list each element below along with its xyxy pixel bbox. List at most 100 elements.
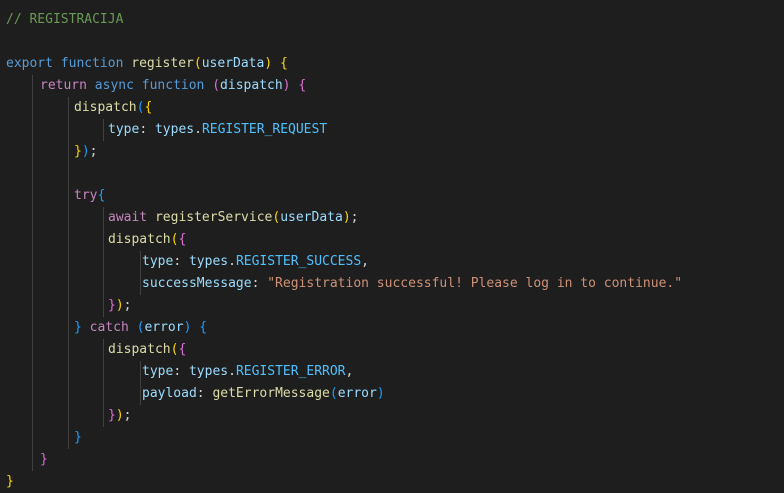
- code-token: ;: [123, 298, 132, 313]
- code-token: }: [74, 430, 82, 445]
- code-line[interactable]: });: [108, 405, 131, 427]
- code-token: await: [108, 210, 148, 225]
- code-line[interactable]: dispatch({: [74, 97, 152, 119]
- code-token: function: [141, 78, 205, 93]
- indent-guide: [140, 251, 141, 295]
- code-token: register: [131, 56, 194, 71]
- code-line[interactable]: payload: getErrorMessage(error): [142, 383, 385, 405]
- code-token: REGISTER_REQUEST: [201, 122, 328, 137]
- code-token: ;: [350, 210, 359, 225]
- code-token: ): [115, 408, 124, 423]
- code-line[interactable]: });: [108, 295, 131, 317]
- code-token: dispatch: [74, 100, 137, 115]
- indent-guide: [68, 97, 69, 449]
- code-editor[interactable]: // REGISTRACIJA export function register(…: [0, 0, 784, 493]
- code-token: }: [108, 298, 116, 313]
- code-token: payload: [142, 386, 197, 401]
- code-token: userData: [280, 210, 343, 225]
- code-token: ,: [345, 364, 354, 379]
- code-token: (: [329, 386, 338, 401]
- code-token: ;: [89, 144, 98, 159]
- code-token: REGISTER_SUCCESS: [235, 254, 362, 269]
- code-line[interactable]: type: types.REGISTER_ERROR,: [142, 361, 353, 383]
- code-token: dispatch: [108, 342, 171, 357]
- code-token: ): [264, 56, 273, 71]
- code-line[interactable]: } catch (error) {: [74, 317, 207, 339]
- code-token: error: [337, 386, 377, 401]
- code-line[interactable]: successMessage: "Registration successful…: [142, 273, 682, 295]
- code-token: error: [144, 320, 184, 335]
- code-token: (: [193, 56, 202, 71]
- code-token: {: [199, 320, 208, 335]
- code-line[interactable]: dispatch({: [108, 229, 186, 251]
- code-token: dispatch: [108, 232, 171, 247]
- code-line[interactable]: // REGISTRACIJA: [6, 9, 123, 31]
- code-token: successMessage: [142, 276, 252, 291]
- indent-guide: [103, 119, 104, 141]
- indent-guide: [32, 75, 33, 471]
- indent-guide: [103, 207, 104, 317]
- code-token: {: [298, 78, 307, 93]
- code-token: {: [97, 188, 106, 203]
- code-token: :: [139, 122, 155, 137]
- code-token: ): [376, 386, 385, 401]
- code-token: export: [6, 56, 53, 71]
- code-token: }: [6, 474, 14, 489]
- code-token: {: [178, 342, 187, 357]
- code-token: return: [40, 78, 87, 93]
- code-token: ): [81, 144, 90, 159]
- code-token: :: [251, 276, 268, 291]
- code-line[interactable]: }: [74, 427, 82, 449]
- code-line[interactable]: await registerService(userData);: [108, 207, 358, 229]
- code-token: getErrorMessage: [212, 386, 330, 401]
- code-token: userData: [201, 56, 265, 71]
- code-line[interactable]: }: [6, 471, 14, 493]
- indent-guide: [140, 361, 141, 405]
- code-token: {: [144, 100, 153, 115]
- code-token: types: [154, 122, 195, 137]
- code-token: :: [196, 386, 213, 401]
- code-token: REGISTER_ERROR: [235, 364, 346, 379]
- code-line[interactable]: }: [40, 449, 48, 471]
- code-token: types: [188, 254, 229, 269]
- indent-guide: [103, 339, 104, 427]
- code-token: .: [228, 254, 236, 269]
- code-token: "Registration successful! Please log in …: [267, 276, 683, 291]
- code-token: type: [108, 122, 140, 137]
- code-token: try: [74, 188, 98, 203]
- code-token: {: [178, 232, 187, 247]
- code-token: ,: [361, 254, 369, 269]
- code-token: catch: [89, 320, 129, 335]
- code-token: type: [142, 364, 174, 379]
- code-line[interactable]: export function register(userData) {: [6, 53, 288, 75]
- code-token: }: [40, 452, 48, 467]
- code-token: ): [342, 210, 351, 225]
- code-line[interactable]: type: types.REGISTER_REQUEST: [108, 119, 327, 141]
- code-token: types: [188, 364, 229, 379]
- code-token: }: [74, 144, 82, 159]
- code-token: function: [60, 56, 124, 71]
- code-line[interactable]: dispatch({: [108, 339, 186, 361]
- code-token: async: [94, 78, 134, 93]
- code-token: registerService: [154, 210, 273, 225]
- code-token: ;: [123, 408, 132, 423]
- code-line[interactable]: return async function (dispatch) {: [40, 75, 306, 97]
- code-line[interactable]: type: types.REGISTER_SUCCESS,: [142, 251, 369, 273]
- code-token: ): [282, 78, 291, 93]
- code-token: ): [115, 298, 124, 313]
- code-token: dispatch: [220, 78, 283, 93]
- code-token: (: [212, 78, 221, 93]
- code-line[interactable]: });: [74, 141, 97, 163]
- code-token: :: [173, 254, 189, 269]
- code-token: // REGISTRACIJA: [6, 12, 124, 27]
- code-line[interactable]: try{: [74, 185, 105, 207]
- code-token: .: [194, 122, 202, 137]
- code-token: .: [228, 364, 236, 379]
